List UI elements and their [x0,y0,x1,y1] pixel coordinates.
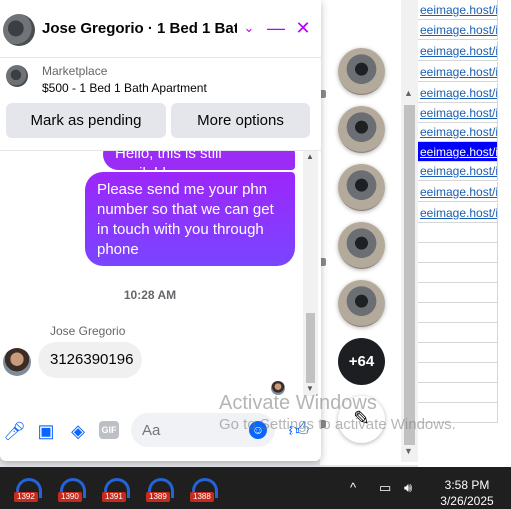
spreadsheet-cell[interactable] [418,263,498,283]
photo-icon[interactable]: ▣ [35,420,57,442]
volume-icon[interactable]: 🔊︎ [404,480,412,496]
taskbar-app[interactable]: 1391 [102,475,132,503]
message-timestamp: 10:28 AM [123,288,177,302]
notification-badge: 1389 [146,492,170,502]
spreadsheet-link-cell[interactable]: eeimage.host/i/ [418,122,498,142]
chevron-up-icon[interactable]: ^ [350,480,356,495]
network-icon[interactable]: ▭ [379,480,391,496]
more-chats-button[interactable]: +64 [338,338,385,385]
incoming-message[interactable]: 3126390196 [38,342,142,378]
chevron-down-icon[interactable]: ⌄ [239,18,259,38]
sender-name: Jose Gregorio [50,324,126,338]
chat-head-avatar[interactable] [338,280,385,327]
spreadsheet-link-cell[interactable]: eeimage.host/i/ [418,62,498,82]
outgoing-message[interactable]: Please send me your phn number so that w… [85,172,295,266]
spreadsheet-link-cell[interactable]: eeimage.host/i/ [418,182,498,202]
listing-info[interactable]: Marketplace $500 - 1 Bed 1 Bath Apartmen… [0,58,321,102]
chat-head-avatar[interactable] [338,48,385,95]
spreadsheet-link-cell[interactable]: eeimage.host/i/ [418,103,498,123]
spreadsheet-link-cell[interactable]: eeimage.host/i/ [418,0,498,20]
spreadsheet-cell[interactable] [418,363,498,383]
listing-category: Marketplace [42,64,108,78]
spreadsheet-link-cell[interactable]: eeimage.host/i/ [418,83,498,103]
spreadsheet-grid: eeimage.host/i/ eeimage.host/i/ eeimage.… [418,0,498,430]
notification-badge: 1390 [58,492,82,502]
taskbar-app[interactable]: 1389 [146,475,176,503]
spreadsheet-link-cell[interactable]: eeimage.host/i/ [418,203,498,223]
spreadsheet-link-cell[interactable]: eeimage.host/i/ [418,161,498,181]
spreadsheet-cell[interactable] [418,383,498,403]
spreadsheet-cell[interactable] [418,343,498,363]
spreadsheet-link-cell-selected[interactable]: eeimage.host/i/ [418,142,498,162]
scroll-down-arrow-icon[interactable]: ▼ [404,446,413,456]
gif-button[interactable]: GIF [99,421,119,439]
notification-badge: 1391 [102,492,126,502]
mark-as-pending-button[interactable]: Mark as pending [6,103,166,138]
chat-scrollbar-thumb[interactable] [306,313,315,383]
minimize-icon[interactable]: — [266,18,286,38]
activation-watermark-subtitle: Go to Settings to activate Windows. [219,416,456,433]
outgoing-message[interactable]: Hello, this is still available [103,151,295,182]
spreadsheet-cell[interactable] [418,283,498,303]
chat-head-avatar[interactable] [338,106,385,153]
clock-date[interactable]: 3/26/2025 [437,494,497,508]
scroll-up-arrow-icon[interactable]: ▲ [404,88,413,98]
conversation-avatar[interactable] [3,14,35,46]
spreadsheet-cell[interactable] [418,303,498,323]
taskbar: 1392 1390 1391 1389 1388 ^ ▭ 🔊︎ 3:58 PM … [0,467,511,509]
spreadsheet-link-cell[interactable]: eeimage.host/i/ [418,41,498,61]
taskbar-app[interactable]: 1390 [58,475,88,503]
microphone-icon[interactable]: 🎤︎ [3,420,26,442]
close-icon[interactable]: ✕ [293,18,313,38]
spreadsheet-cell[interactable] [418,223,498,243]
sender-avatar[interactable] [3,348,31,376]
message-list: Hello, this is still available Please se… [0,151,303,396]
sticker-icon[interactable]: ◈ [67,420,89,442]
spreadsheet-link-cell[interactable]: eeimage.host/i/ [418,20,498,40]
listing-thumbnail [6,65,28,87]
page-scrollbar-thumb[interactable] [404,105,415,445]
clock-time[interactable]: 3:58 PM [437,478,497,492]
chat-header: Jose Gregorio · 1 Bed 1 Bat… ⌄ — ✕ [0,0,321,58]
taskbar-app[interactable]: 1388 [190,475,220,503]
spreadsheet-cell[interactable] [418,243,498,263]
spreadsheet-cell[interactable] [418,323,498,343]
chat-head-avatar[interactable] [338,164,385,211]
activation-watermark-title: Activate Windows [219,392,377,414]
notification-badge: 1392 [14,492,38,502]
listing-title: $500 - 1 Bed 1 Bath Apartment [42,81,207,95]
chat-head-avatar[interactable] [338,222,385,269]
more-options-button[interactable]: More options [171,103,310,138]
scroll-up-arrow-icon[interactable]: ▲ [306,152,314,161]
notification-badge: 1388 [190,492,214,502]
conversation-title[interactable]: Jose Gregorio · 1 Bed 1 Bat… [42,20,237,37]
taskbar-app[interactable]: 1392 [14,475,44,503]
